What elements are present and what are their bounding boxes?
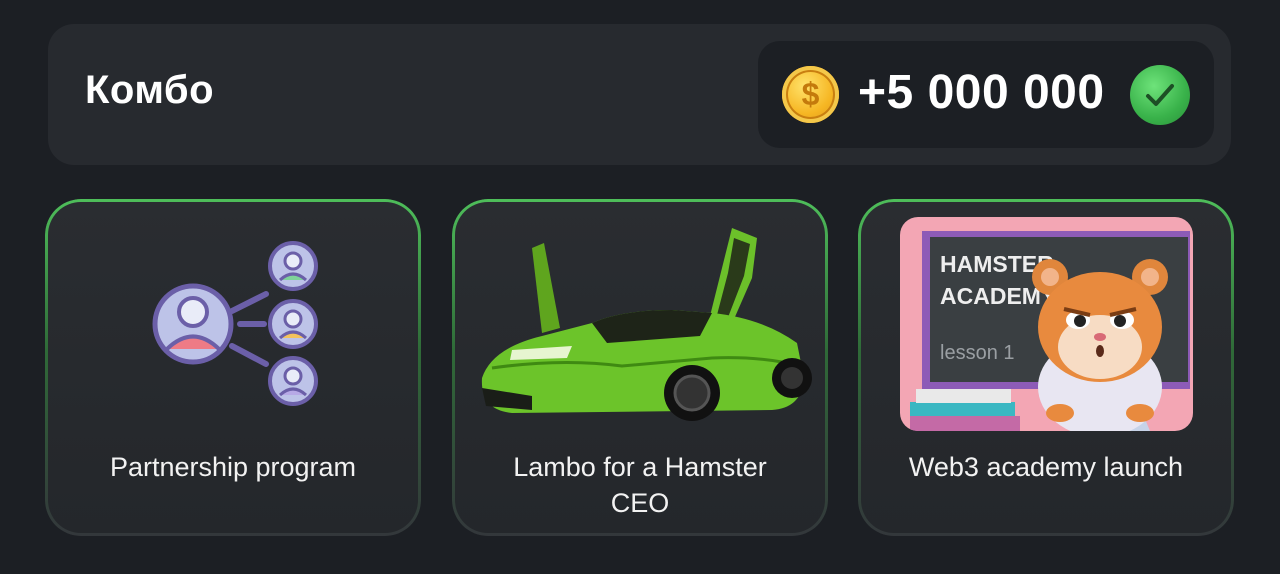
- coin-icon: $: [782, 66, 839, 123]
- combo-header: Комбо $ +5 000 000: [48, 24, 1231, 165]
- daily-combo-screen: Комбо $ +5 000 000 Partnership program L…: [0, 0, 1280, 574]
- check-icon: [1130, 65, 1190, 125]
- card-label: Lambo for a Hamster CEO: [513, 452, 767, 518]
- academy-line-3: lesson 1: [940, 342, 1015, 364]
- hamster-academy-image: HAMSTER ACADEMY lesson 1: [900, 217, 1193, 431]
- combo-reward-pill: $ +5 000 000: [758, 41, 1214, 148]
- coin-symbol: $: [801, 76, 820, 112]
- card-label: Web3 academy launch: [908, 452, 1184, 482]
- partnership-network-icon: [152, 241, 318, 406]
- combo-title: Комбо: [85, 68, 215, 112]
- combo-card-academy[interactable]: HAMSTER ACADEMY lesson 1 Web3 academy la…: [858, 199, 1234, 536]
- card-label: Partnership program: [109, 452, 357, 482]
- green-lambo-image: [481, 228, 812, 421]
- combo-card-lambo[interactable]: Lambo for a Hamster CEO: [452, 199, 828, 536]
- combo-card-partnership[interactable]: Partnership program: [45, 199, 421, 536]
- reward-amount: +5 000 000: [858, 66, 1105, 119]
